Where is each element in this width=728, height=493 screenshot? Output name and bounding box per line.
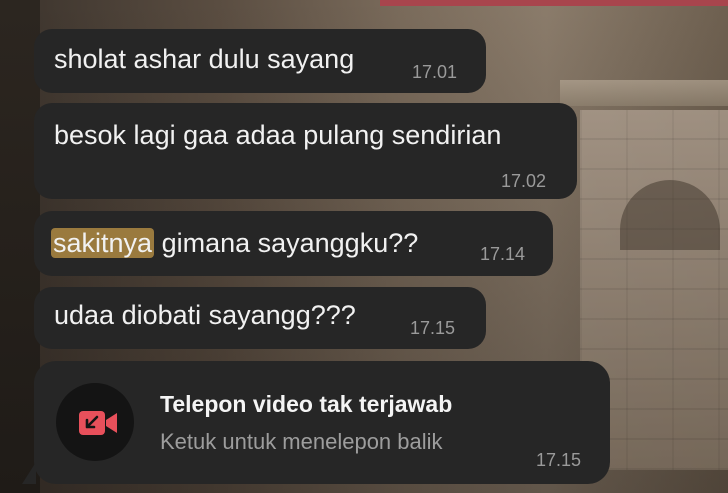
message-time: 17.02	[501, 171, 547, 191]
message-text: udaa diobati sayangg???	[54, 300, 356, 330]
missed-call-title: Telepon video tak terjawab	[160, 391, 453, 417]
message-bubble[interactable]: sakitnya gimana sayanggku?? 17.14	[34, 211, 553, 276]
message-bubble[interactable]: udaa diobati sayangg??? 17.15	[34, 287, 486, 349]
wallpaper-decor	[380, 0, 728, 6]
call-icon-badge	[56, 383, 134, 461]
search-highlight: sakitnya	[51, 228, 155, 258]
message-text: sholat ashar dulu sayang	[54, 44, 355, 74]
message-bubble[interactable]: besok lagi gaa adaa pulang sendirian 17.…	[34, 103, 577, 199]
missed-call-subtitle: Ketuk untuk menelepon balik	[160, 429, 443, 454]
message-text: besok lagi gaa adaa pulang sendirian	[54, 120, 502, 150]
message-text-rest: gimana sayanggku??	[154, 228, 419, 258]
message-bubble[interactable]: sholat ashar dulu sayang 17.01	[34, 29, 486, 93]
missed-call-bubble[interactable]: Telepon video tak terjawab Ketuk untuk m…	[34, 361, 610, 484]
message-time: 17.14	[480, 244, 526, 264]
message-text: sakitnya gimana sayanggku??	[51, 228, 418, 259]
message-time: 17.01	[412, 62, 458, 82]
wallpaper-decor	[560, 80, 728, 106]
missed-video-call-icon	[79, 411, 117, 435]
message-time: 17.15	[410, 318, 456, 338]
message-time: 17.15	[536, 450, 582, 470]
